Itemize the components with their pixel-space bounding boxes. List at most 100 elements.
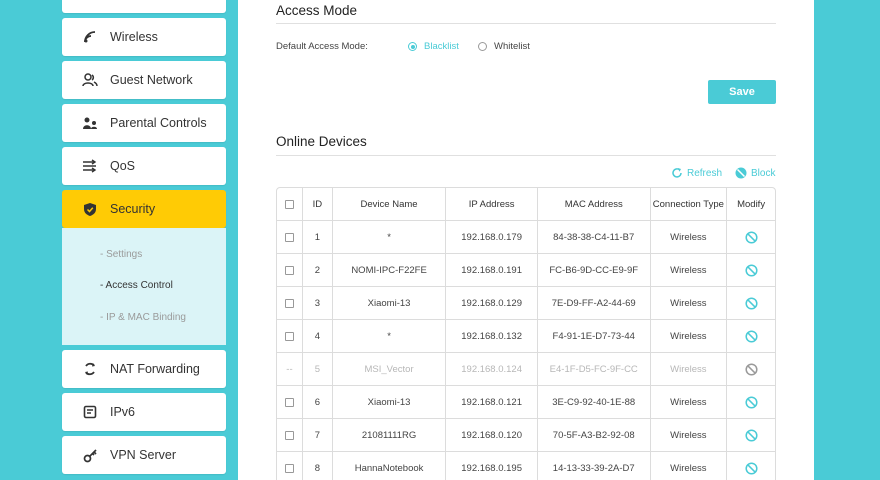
block-icon [735, 167, 747, 179]
row-checkbox[interactable] [284, 265, 294, 275]
cell-device-name: * [333, 221, 447, 253]
sidebar-item-parental-controls[interactable]: Parental Controls [62, 104, 226, 142]
submenu-item-ip-mac-binding[interactable]: - IP & MAC Binding [100, 312, 186, 323]
sidebar-item-qos[interactable]: QoS [62, 147, 226, 185]
column-header-device-name: Device Name [333, 188, 447, 220]
table-row: 7 21081111RG 192.168.0.120 70-5F-A3-B2-92-0… [277, 419, 775, 452]
cell-id: 3 [303, 287, 333, 319]
save-button[interactable]: Save [708, 80, 776, 104]
submenu-item-access-control[interactable]: - Access Control [100, 280, 173, 291]
sidebar-item-guest-network[interactable]: Guest Network [62, 61, 226, 99]
cell-id: 4 [303, 320, 333, 352]
cell-connection-type: Wireless [651, 221, 728, 253]
cell-ip-address: 192.168.0.120 [446, 419, 538, 451]
default-access-mode-label: Default Access Mode: [276, 41, 368, 52]
sidebar-item-label: Security [110, 202, 156, 216]
cell-mac-address: 7E-D9-FF-A2-44-69 [538, 287, 651, 319]
table-row: 4 * 192.168.0.132 F4-91-1E-D7-73-44 Wireless [277, 320, 775, 353]
cell-ip-address: 192.168.0.179 [446, 221, 538, 253]
column-header-mac-address: MAC Address [538, 188, 651, 220]
row-checkbox[interactable] [284, 464, 294, 473]
cell-id: 1 [303, 221, 333, 253]
sidebar-item-label: QoS [110, 159, 136, 173]
header-checkbox-cell [277, 188, 303, 220]
row-checkbox[interactable] [284, 397, 294, 407]
sidebar-item-ipv6[interactable]: IPv6 [62, 393, 226, 431]
cell-device-name: 21081111RG [333, 419, 447, 451]
cell-mac-address: FC-B6-9D-CC-E9-9F [538, 254, 651, 286]
row-checkbox[interactable] [284, 298, 294, 308]
block-device-icon[interactable] [745, 230, 758, 244]
table-row: 8 HannaNotebook 192.168.0.195 14-13-33-39-2… [277, 452, 775, 480]
block-label: Block [751, 167, 776, 179]
sidebar-item-nat-forwarding[interactable]: NAT Forwarding [62, 350, 226, 388]
sidebar-item-label: VPN Server [110, 448, 176, 462]
submenu-item-settings[interactable]: - Settings [100, 249, 142, 260]
row-check-cell [277, 221, 303, 253]
table-header-row: ID Device Name IP Address MAC Address Co… [277, 188, 775, 221]
online-devices-title: Online Devices [276, 134, 367, 149]
nat-forwarding-icon [82, 361, 98, 377]
table-row: 2 NOMI-IPC-F22FE 192.168.0.191 FC-B6-9D-CC-… [277, 254, 775, 287]
sidebar-item-wireless[interactable]: Wireless [62, 18, 226, 56]
cell-device-name: Xiaomi-13 [333, 287, 447, 319]
block-device-icon[interactable] [745, 395, 758, 409]
sidebar-item-security[interactable]: Security [62, 190, 226, 228]
column-header-connection-type: Connection Type [651, 188, 728, 220]
column-header-modify: Modify [737, 198, 766, 210]
vpn-key-icon [82, 447, 98, 463]
cell-modify [727, 221, 775, 253]
cell-connection-type: Wireless [651, 287, 728, 319]
row-checkbox[interactable] [284, 232, 294, 242]
column-header-id: ID [303, 188, 333, 220]
block-device-icon[interactable] [745, 329, 758, 343]
cell-device-name: NOMI-IPC-F22FE [333, 254, 447, 286]
cell-ip-address: 192.168.0.195 [446, 452, 538, 480]
cell-device-name: HannaNotebook [333, 452, 447, 480]
select-all-checkbox[interactable] [284, 199, 294, 209]
cell-device-name: * [333, 320, 447, 352]
row-check-cell [277, 320, 303, 352]
block-device-icon[interactable] [745, 362, 758, 376]
blacklist-radio[interactable]: Blacklist [408, 41, 459, 52]
cell-connection-type: Wireless [651, 419, 728, 451]
sidebar-item-vpn-server[interactable]: VPN Server [62, 436, 226, 474]
cell-modify [727, 419, 775, 451]
cell-connection-type: Wireless [651, 353, 728, 385]
cell-mac-address: 70-5F-A3-B2-92-08 [538, 419, 651, 451]
cell-ip-address: 192.168.0.129 [446, 287, 538, 319]
cell-ip-address: 192.168.0.132 [446, 320, 538, 352]
cell-device-name: MSI_Vector [333, 353, 447, 385]
whitelist-radio[interactable]: Whitelist [478, 41, 530, 52]
row-checkbox[interactable] [284, 331, 294, 341]
cell-modify [727, 320, 775, 352]
refresh-label: Refresh [687, 167, 723, 179]
cell-connection-type: Wireless [651, 254, 728, 286]
block-device-icon[interactable] [745, 428, 758, 442]
row-checkbox[interactable] [284, 430, 294, 440]
table-row: 1 * 192.168.0.179 84-38-38-C4-11-B7 Wireless [277, 221, 775, 254]
shield-icon [82, 201, 98, 217]
ipv6-icon [82, 404, 98, 420]
blacklist-label: Blacklist [424, 41, 459, 52]
row-check-cell: -- [277, 353, 303, 385]
sidebar-item-label: IPv6 [110, 405, 136, 419]
table-row: 3 Xiaomi-13 192.168.0.129 7E-D9-FF-A2-44-69… [277, 287, 775, 320]
parental-controls-icon [82, 115, 98, 131]
block-device-icon[interactable] [745, 263, 758, 277]
guest-network-icon [82, 72, 98, 88]
table-row: -- 5 MSI_Vector 192.168.0.124 E4-1F-D5-FC-9F… [277, 353, 775, 386]
cell-mac-address: 84-38-38-C4-11-B7 [538, 221, 651, 253]
cell-id: 5 [303, 353, 333, 385]
block-device-icon[interactable] [745, 296, 758, 310]
block-device-icon[interactable] [745, 462, 758, 475]
qos-icon [82, 158, 98, 174]
refresh-button[interactable]: Refresh [671, 167, 722, 179]
cell-modify [727, 254, 775, 286]
cell-connection-type: Wireless [651, 452, 728, 480]
divider [276, 155, 776, 156]
main-panel: Access Mode Default Access Mode: Blackli… [238, 0, 814, 480]
cell-modify [727, 287, 775, 319]
sidebar-item-partial[interactable] [62, 0, 226, 13]
block-button[interactable]: Block [735, 167, 775, 179]
